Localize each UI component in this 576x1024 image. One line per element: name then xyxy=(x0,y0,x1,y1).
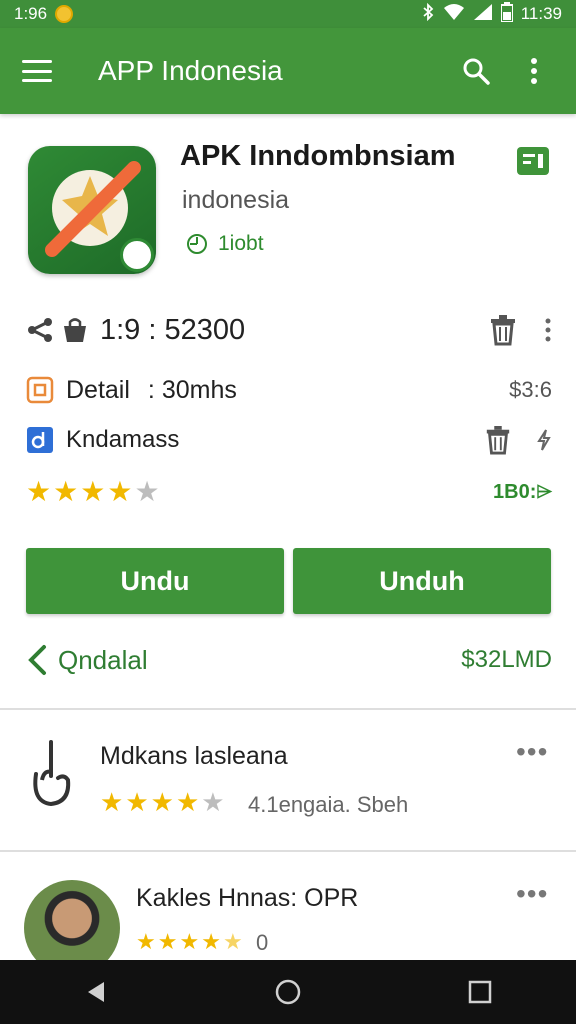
status-bar: 1:96 11:39 xyxy=(0,0,576,28)
more-vert-icon[interactable] xyxy=(544,318,552,342)
search-icon[interactable] xyxy=(456,51,496,91)
review-stars: ★ ★ ★ ★ ★ xyxy=(100,788,225,816)
system-nav-bar xyxy=(0,960,576,1024)
coin-icon xyxy=(55,5,74,23)
rating-row: ★ ★ ★ ★ ★ 1B0:⌲ xyxy=(26,472,552,512)
star-icon: ★ xyxy=(222,929,243,954)
star-icon: ★ xyxy=(175,787,200,817)
app-code: 1:9 : 52300 xyxy=(100,313,246,346)
app-meta-text: 1iobt xyxy=(218,232,264,255)
back-link-label: Qndalal xyxy=(58,644,148,675)
trash-icon-2[interactable] xyxy=(484,425,512,455)
app-badge-icon xyxy=(120,238,154,272)
star-icon: ★ xyxy=(26,476,52,507)
app-name: APK Inndombnsiam xyxy=(180,140,456,172)
star-icon: ★ xyxy=(100,787,124,817)
app-developer[interactable]: indonesia xyxy=(182,186,289,215)
wifi-icon xyxy=(443,3,465,26)
app-bar: APP Indonesia xyxy=(0,28,576,114)
app-bar-title: APP Indonesia xyxy=(98,55,283,86)
bluetooth-icon xyxy=(421,2,435,26)
review-meta: 4.1engaia. Sbeh xyxy=(248,792,409,817)
star-icon: ★ xyxy=(80,476,106,507)
recents-icon[interactable] xyxy=(460,972,500,1012)
touch-icon xyxy=(33,740,71,807)
home-icon[interactable] xyxy=(268,972,308,1012)
star-icon: ★ xyxy=(136,929,156,954)
detail-icon xyxy=(26,376,54,404)
rating-stars: ★ ★ ★ ★ ★ xyxy=(26,478,160,506)
status-time-right: 11:39 xyxy=(520,4,562,23)
detail-label: Detail xyxy=(66,375,130,404)
overflow-menu-icon[interactable] xyxy=(514,51,554,91)
app-meta: 1iobt xyxy=(186,232,264,256)
detail-price: $3:6 xyxy=(509,377,552,402)
star-icon: ★ xyxy=(107,476,133,507)
divider xyxy=(0,850,576,852)
star-icon: ★ xyxy=(179,929,200,954)
app-header: APK Inndombnsiam indonesia 1iobt xyxy=(0,128,576,288)
back-link[interactable]: Qndalal xyxy=(26,644,148,676)
link-row: Qndalal $32LMD xyxy=(26,638,552,682)
share-icon[interactable] xyxy=(26,316,54,344)
detail-row: Detail : 30mhs $3:6 xyxy=(26,370,552,410)
detail-value: : 30mhs xyxy=(147,375,237,404)
star-icon: ★ xyxy=(157,929,178,954)
category-icon xyxy=(27,427,53,453)
star-icon: ★ xyxy=(201,787,225,817)
share-row: 1:9 : 52300 xyxy=(26,308,552,352)
star-icon: ★ xyxy=(150,787,174,817)
wishlist-icon[interactable] xyxy=(516,146,550,176)
star-icon: ★ xyxy=(201,929,221,954)
review-item: Kakles Hnnas: OPR ★ ★ ★ ★ ★ 0 ••• xyxy=(0,866,576,976)
star-icon: ★ xyxy=(134,476,160,507)
divider xyxy=(0,708,576,710)
trash-icon[interactable] xyxy=(488,314,518,346)
review-meta: 0 xyxy=(256,930,269,955)
signal-icon xyxy=(473,3,493,26)
rating-count: 1B0:⌲ xyxy=(493,480,552,503)
reviewer-name: Mdkans lasleana xyxy=(100,742,288,770)
more-horiz-icon[interactable]: ••• xyxy=(516,736,548,768)
battery-icon xyxy=(499,1,514,27)
back-icon[interactable] xyxy=(76,972,116,1012)
category-row: Kndamass xyxy=(26,420,552,460)
bag-icon xyxy=(64,318,86,342)
app-logo-icon xyxy=(28,146,156,274)
star-icon: ★ xyxy=(53,476,79,507)
status-time-left: 1:96 xyxy=(14,4,48,23)
chevron-left-icon xyxy=(28,645,46,675)
menu-icon[interactable] xyxy=(22,60,52,82)
download-button-left[interactable]: Undu xyxy=(26,548,284,614)
flash-icon[interactable] xyxy=(536,429,552,451)
review-item: Mdkans lasleana ★ ★ ★ ★ ★ 4.1engaia. Sbe… xyxy=(0,724,576,850)
download-button-right[interactable]: Unduh xyxy=(293,548,551,614)
price-link[interactable]: $32LMD xyxy=(461,646,552,674)
reviewer-name: Kakles Hnnas: OPR xyxy=(136,884,359,912)
review-stars: ★ ★ ★ ★ ★ xyxy=(136,928,243,956)
clock-icon xyxy=(187,234,207,254)
star-icon: ★ xyxy=(125,787,149,817)
category-label[interactable]: Kndamass xyxy=(66,426,179,454)
more-horiz-icon[interactable]: ••• xyxy=(516,878,548,910)
